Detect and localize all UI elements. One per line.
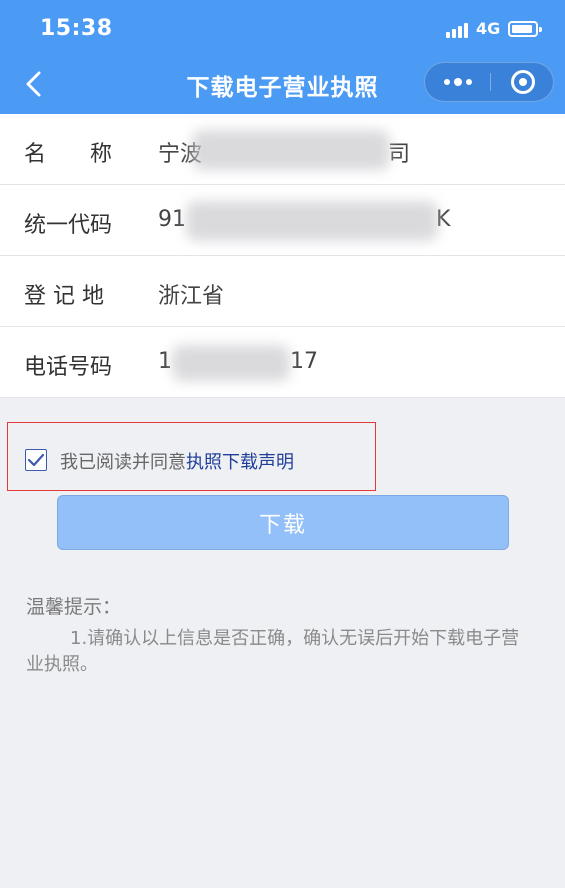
info-label: 登 记 地: [24, 284, 104, 309]
nav-bar: 下载电子营业执照: [0, 56, 565, 114]
agreement-checkbox[interactable]: [25, 449, 47, 471]
info-row-name: 名 称 宁波 司: [0, 114, 565, 185]
info-row-location: 登 记 地 浙江省: [0, 256, 565, 327]
info-value-end: K: [436, 207, 451, 232]
redaction-blur: [172, 345, 290, 381]
info-value: 91 K: [158, 207, 450, 232]
info-row-phone: 电话号码 1 17: [0, 327, 565, 398]
more-dots-icon: [443, 78, 472, 86]
close-target-icon: [511, 70, 535, 94]
download-button[interactable]: 下载: [57, 495, 509, 550]
network-type: 4G: [476, 19, 501, 38]
signal-icon: [446, 22, 470, 38]
redaction-blur: [192, 130, 390, 170]
company-info-list: 名 称 宁波 司 统一代码 91 K 登 记 地 浙江省 电话号码 1 17: [0, 114, 565, 398]
checkmark-icon: [27, 453, 45, 467]
status-time: 15:38: [40, 16, 113, 41]
info-value-start: 浙江省: [158, 284, 225, 309]
agreement-label: 我已阅读并同意: [60, 452, 186, 473]
info-label: 名 称: [24, 142, 113, 167]
info-label: 电话号码: [24, 355, 113, 380]
close-button[interactable]: [491, 63, 555, 101]
battery-icon: [508, 21, 542, 37]
info-row-code: 统一代码 91 K: [0, 185, 565, 256]
more-button[interactable]: [425, 63, 490, 101]
mini-program-capsule: [424, 62, 554, 102]
info-value-end: 17: [290, 349, 318, 374]
tips-body: 1.请确认以上信息是否正确，确认无误后开始下载电子营业执照。: [26, 628, 520, 675]
info-label: 统一代码: [24, 213, 113, 238]
info-value-start: 1: [158, 349, 172, 374]
header: 15:38 4G 下载电子营业执照: [0, 0, 565, 114]
info-value-start: 91: [158, 207, 186, 232]
redaction-blur: [186, 201, 438, 241]
agreement-text: 我已阅读并同意执照下载声明: [60, 448, 294, 474]
info-value: 1 17: [158, 349, 318, 374]
info-value-end: 司: [388, 142, 411, 167]
status-bar: 15:38 4G: [0, 0, 565, 56]
info-value: 浙江省: [158, 278, 224, 310]
tips-title: 温馨提示：: [26, 596, 122, 618]
agreement-highlight: 我已阅读并同意执照下载声明: [7, 422, 376, 491]
license-statement-link[interactable]: 执照下载声明: [186, 452, 294, 473]
